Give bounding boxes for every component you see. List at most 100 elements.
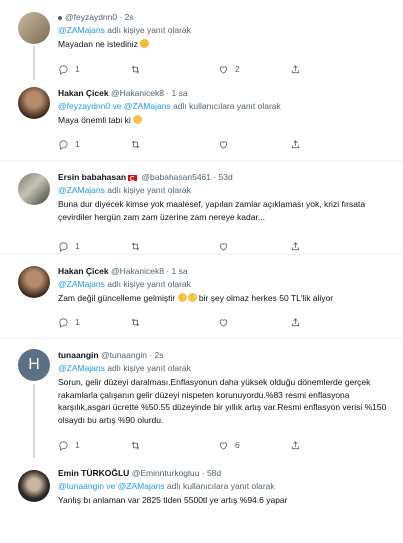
share-icon (291, 440, 300, 449)
tweet-time[interactable]: 58d (207, 468, 221, 478)
tweet-author[interactable]: Emin TÜRKOĞLU (58, 468, 129, 478)
share-button[interactable] (290, 239, 301, 253)
retweet-icon (131, 441, 140, 449)
share-button[interactable] (290, 62, 301, 76)
thread-line (33, 384, 35, 458)
tweet-text-body: Zam değil güncelleme gelmiştir (58, 293, 176, 303)
dot-icon (58, 15, 62, 20)
tweet-header: Emin TÜRKOĞLU @Eminnturkogluu · 58d (58, 468, 222, 478)
share-icon (291, 64, 300, 73)
like-button[interactable]: 2 (218, 62, 240, 76)
reply-context-text: adlı kişiye yanıt olarak (104, 363, 191, 373)
share-icon (291, 317, 300, 326)
tweet[interactable]: Hakan Çicek @Hakanicek8 · 1 sa @feyzaydn… (0, 80, 403, 160)
tweet-handle[interactable]: @Eminnturkogluu (132, 468, 200, 478)
tweet-time[interactable]: 1 sa (172, 266, 188, 276)
heart-icon (219, 140, 228, 149)
tweet-actions: 1 6 (40, 438, 300, 452)
tweet-actions: 1 (40, 315, 300, 329)
heart-icon (219, 65, 228, 74)
tweet-handle[interactable]: @feyzaydnn0 (65, 12, 117, 22)
mention-link[interactable]: @feyzaydnn0 ve @ZAMajans (58, 101, 171, 111)
share-button[interactable] (290, 438, 301, 452)
emoji-icon (133, 115, 143, 124)
reply-context: @ZAMajans adlı kişiye yanıt olarak (58, 362, 393, 374)
heart-icon (219, 441, 228, 450)
share-button[interactable] (290, 315, 301, 329)
tweet-author[interactable]: tunaangin (58, 350, 99, 360)
reply-button[interactable]: 1 (58, 62, 80, 76)
reply-count: 1 (75, 64, 80, 74)
tweet-text: Mayadan ne istediniz (58, 38, 393, 51)
reply-button[interactable]: 1 (58, 239, 80, 253)
mention-link[interactable]: @ZAMajans (58, 363, 105, 373)
avatar[interactable] (18, 173, 50, 205)
tweet-author[interactable]: Hakan Çicek (58, 266, 109, 276)
avatar[interactable] (18, 12, 50, 44)
reply-context-text: adlı kullanıcılara yanıt olarak (170, 101, 281, 111)
reply-count: 1 (75, 139, 80, 149)
tweet-actions: 1 2 (40, 62, 300, 76)
like-button[interactable] (218, 315, 229, 329)
retweet-button[interactable] (130, 62, 141, 76)
tweet-time[interactable]: 53d (219, 172, 233, 182)
tweet[interactable]: H tunaangin @tunaangin · 2s @ZAMajans ad… (0, 338, 403, 458)
reply-context-text: adlı kişiye yanıt olarak (104, 25, 191, 35)
reply-context: @feyzaydnn0 ve @ZAMajans adlı kullanıcıl… (58, 100, 393, 112)
tweet-author[interactable]: Hakan Çicek (58, 88, 109, 98)
heart-icon (219, 318, 228, 327)
tweet-handle[interactable]: @Hakanicek8 (111, 266, 164, 276)
reply-icon (59, 241, 68, 252)
tweet-text: Sorun, gelir düzeyi daralması.Enflasyonu… (58, 377, 387, 425)
mention-link[interactable]: @ZAMajans (58, 185, 105, 195)
share-button[interactable] (290, 137, 301, 151)
tweet-actions: 1 (40, 137, 300, 151)
tweet[interactable]: Ersin babahasan @babahasan5461 · 53d @ZA… (0, 161, 403, 254)
emoji-icon (177, 293, 187, 302)
tweet-text: Maya önemli tabi ki (58, 114, 393, 127)
tweet-handle[interactable]: @tunaangin (101, 350, 147, 360)
reply-context: @ZAMajans adlı kişiye yanıt olarak (58, 24, 393, 36)
reply-count: 1 (75, 317, 80, 327)
reply-button[interactable]: 1 (58, 137, 80, 151)
reply-context: @tunaangin ve @ZAMajans adlı kullanıcıla… (58, 480, 393, 492)
tweet-text-body: Maya önemli tabi ki (58, 115, 131, 125)
tweet-handle[interactable]: @Hakanicek8 (111, 88, 164, 98)
like-button[interactable]: 6 (218, 438, 240, 452)
tweet-text: Zam değil güncelleme gelmiştir bir şey o… (58, 292, 393, 305)
tweet[interactable]: Hakan Çicek @Hakanicek8 · 1 sa @ZAMajans… (0, 255, 403, 335)
like-count: 2 (235, 64, 240, 74)
tweet-header: Hakan Çicek @Hakanicek8 · 1 sa (58, 88, 188, 98)
tweet[interactable]: @feyzaydnn0 · 2s @ZAMajans adlı kişiye y… (0, 0, 403, 80)
tweet-handle[interactable]: @babahasan5461 (141, 172, 211, 182)
reply-button[interactable]: 1 (58, 438, 80, 452)
emoji-icon (140, 39, 150, 48)
avatar[interactable] (18, 266, 50, 298)
reply-button[interactable]: 1 (58, 315, 80, 329)
tweet-time[interactable]: 2s (155, 350, 164, 360)
tweet-header: Hakan Çicek @Hakanicek8 · 1 sa (58, 266, 188, 276)
retweet-button[interactable] (130, 239, 141, 253)
reply-context-text: adlı kişiye yanıt olarak (104, 279, 191, 289)
retweet-button[interactable] (130, 315, 141, 329)
like-button[interactable] (218, 137, 229, 151)
mention-link[interactable]: @ZAMajans (58, 279, 105, 289)
retweet-button[interactable] (130, 137, 141, 151)
tweet-time[interactable]: 2s (125, 12, 134, 22)
reply-count: 1 (75, 440, 80, 450)
avatar[interactable]: H (18, 349, 50, 381)
avatar-letter: H (28, 356, 40, 373)
reply-context: @ZAMajans adlı kişiye yanıt olarak (58, 278, 393, 290)
mention-link[interactable]: @ZAMajans (58, 25, 105, 35)
mention-link[interactable]: @tunaangin ve @ZAMajans (58, 481, 165, 491)
like-button[interactable] (218, 239, 229, 253)
tweet-author[interactable]: Ersin babahasan (58, 172, 126, 182)
retweet-icon (131, 140, 140, 148)
tweet[interactable]: Emin TÜRKOĞLU @Eminnturkogluu · 58d @tun… (0, 458, 403, 543)
tweet-time[interactable]: 1 sa (172, 88, 188, 98)
reply-icon (59, 317, 68, 328)
avatar[interactable] (18, 87, 50, 119)
avatar[interactable] (18, 470, 50, 502)
tweet-actions: 1 (40, 239, 300, 253)
retweet-button[interactable] (130, 438, 141, 452)
